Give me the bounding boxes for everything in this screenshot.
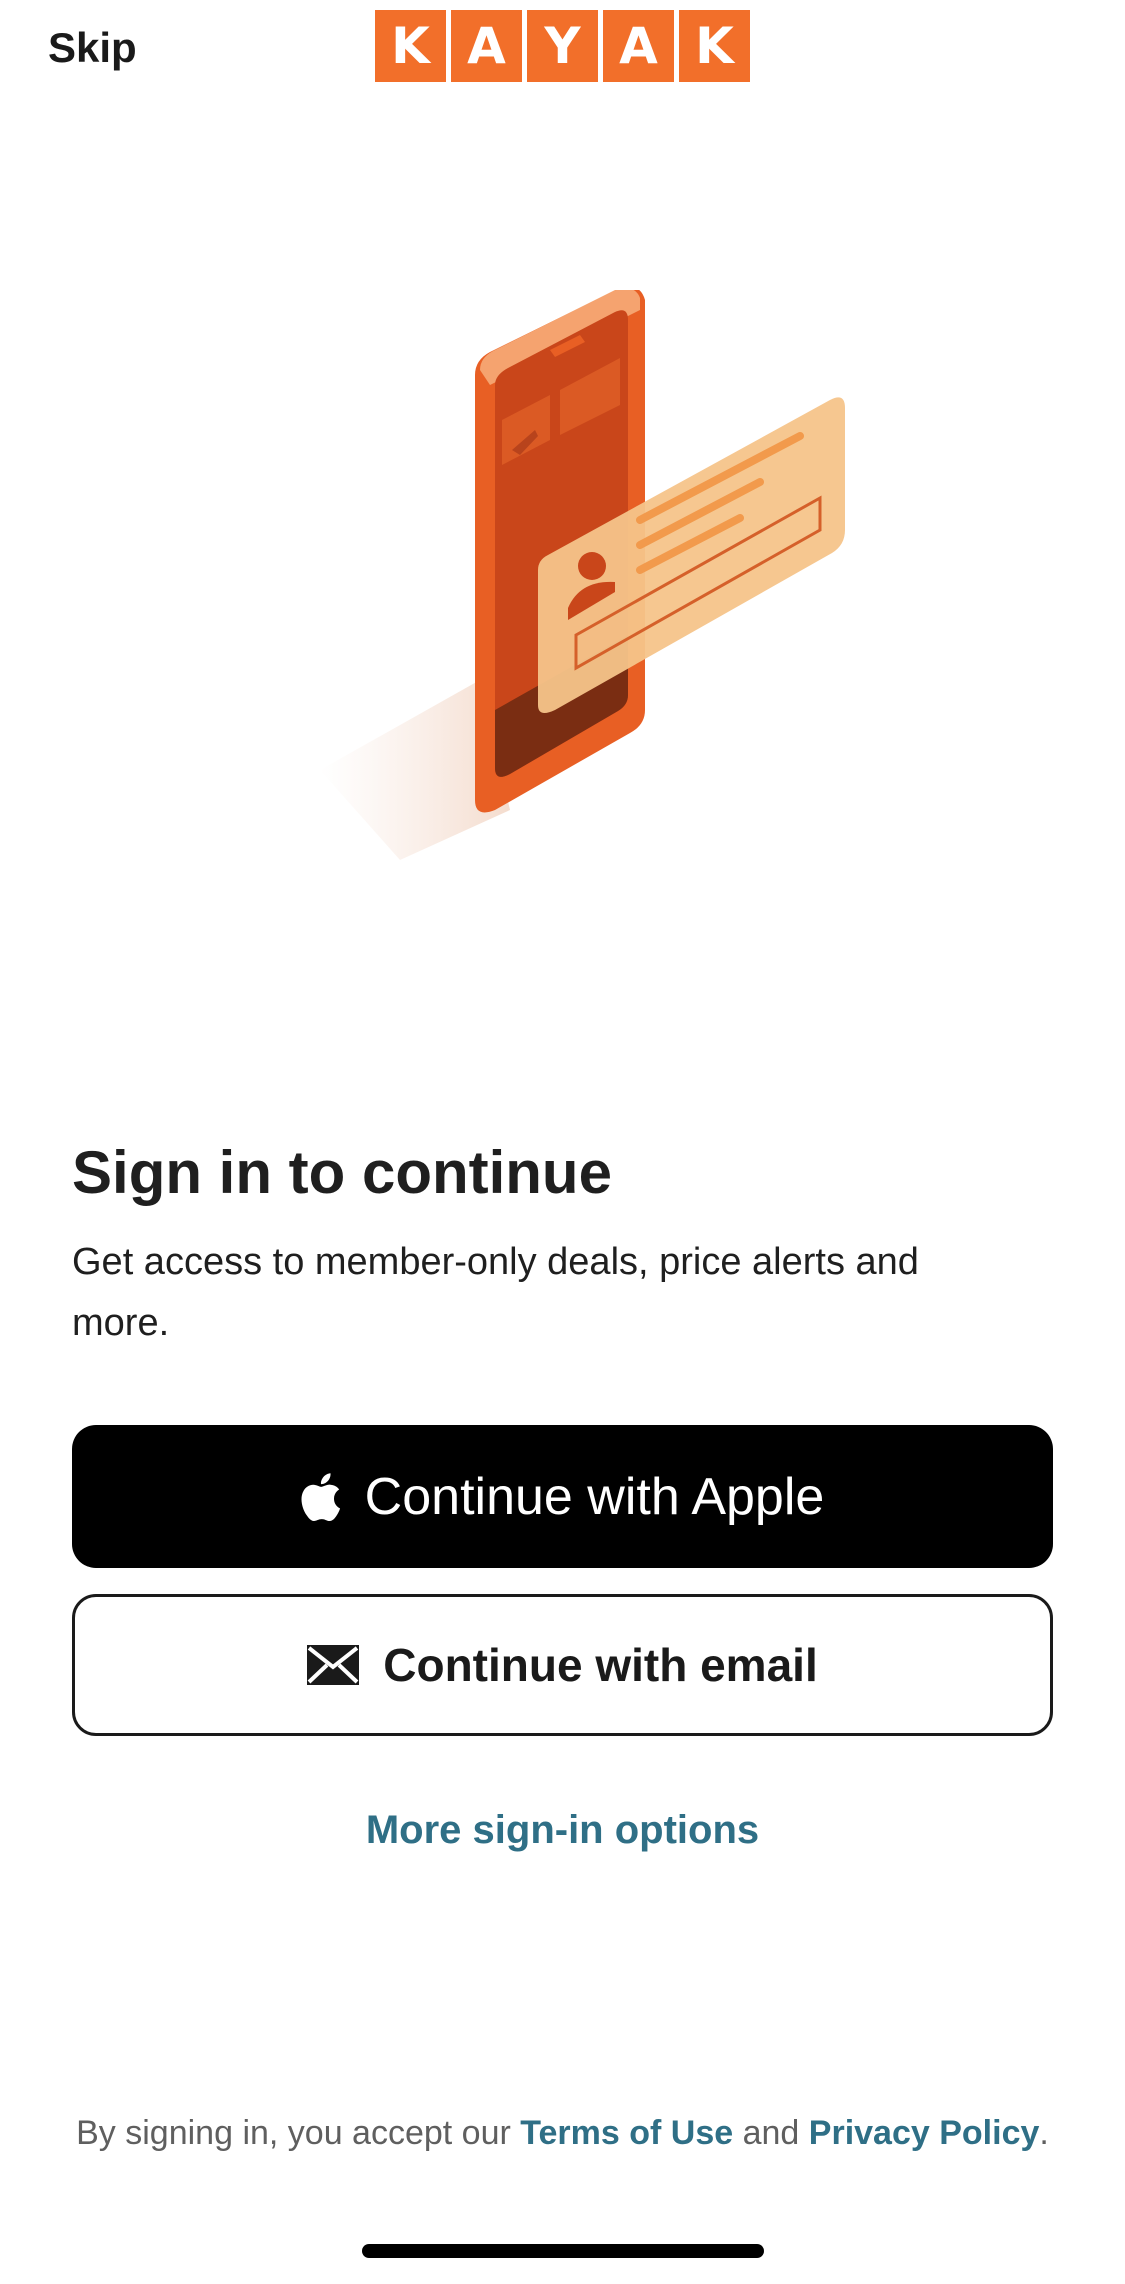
legal-suffix: . <box>1039 2114 1049 2152</box>
page-subtitle: Get access to member-only deals, price a… <box>72 1241 919 1344</box>
kayak-logo: K A Y A K <box>375 10 750 82</box>
page-title: Sign in to continue <box>72 1139 612 1206</box>
logo-letter: A <box>451 10 522 82</box>
continue-with-apple-button[interactable]: Continue with Apple <box>72 1425 1053 1568</box>
phone-signin-illustration <box>320 290 845 860</box>
logo-letter: A <box>603 10 674 82</box>
more-sign-in-options-link[interactable]: More sign-in options <box>0 1808 1125 1853</box>
envelope-icon <box>307 1645 360 1685</box>
continue-with-email-button[interactable]: Continue with email <box>72 1594 1053 1736</box>
legal-middle: and <box>733 2114 809 2152</box>
logo-letter: K <box>375 10 446 82</box>
legal-prefix: By signing in, you accept our <box>76 2114 521 2152</box>
apple-icon <box>301 1472 341 1521</box>
email-button-label: Continue with email <box>383 1639 818 1691</box>
legal-notice: By signing in, you accept our Terms of U… <box>0 2114 1125 2153</box>
home-indicator[interactable] <box>362 2244 764 2258</box>
terms-of-use-link[interactable]: Terms of Use <box>520 2114 733 2152</box>
logo-letter: Y <box>527 10 598 82</box>
avatar-head <box>578 552 606 580</box>
apple-button-label: Continue with Apple <box>364 1467 825 1526</box>
privacy-policy-link[interactable]: Privacy Policy <box>809 2114 1040 2152</box>
logo-letter: K <box>679 10 750 82</box>
skip-button[interactable]: Skip <box>48 24 137 72</box>
